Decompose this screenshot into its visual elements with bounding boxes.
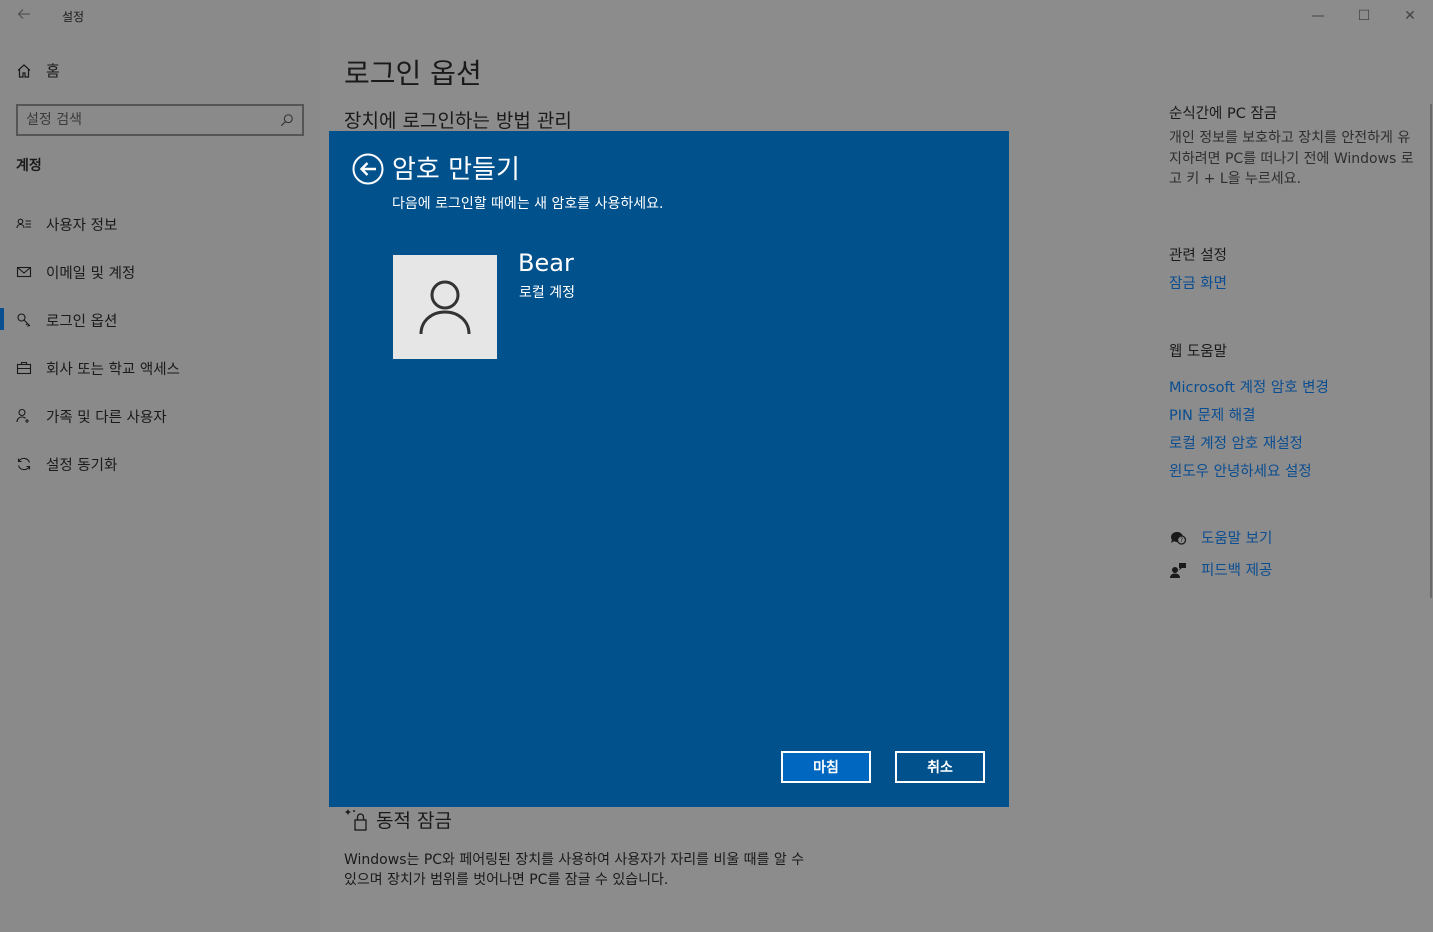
sidebar-item-email-accounts[interactable]: 이메일 및 계정 [0,248,320,296]
sidebar-item-family-users[interactable]: 가족 및 다른 사용자 [0,392,320,440]
lock-pc-text: 개인 정보를 보호하고 장치를 안전하게 유지하려면 PC를 떠나기 전에 Wi… [1169,130,1414,187]
web-help-heading: 웹 도움말 [1169,344,1227,360]
account-type: 로컬 계정 [519,285,575,301]
pin-troubleshoot-link[interactable]: PIN 문제 해결 [1169,404,1255,425]
dialog-back-button[interactable] [352,153,384,185]
sidebar-item-work-school[interactable]: 회사 또는 학교 액세스 [0,344,320,392]
cancel-button[interactable]: 취소 [895,751,985,783]
reset-local-password-link[interactable]: 로컬 계정 암호 재설정 [1169,432,1303,453]
key-icon [17,313,31,327]
create-password-dialog: 암호 만들기 다음에 로그인할 때에는 새 암호를 사용하세요. Bear 로컬… [329,131,1009,807]
avatar [393,255,497,359]
dialog-title: 암호 만들기 [392,155,520,185]
arrow-left-icon [17,9,30,19]
sidebar-item-sync-settings[interactable]: 설정 동기화 [0,440,320,488]
settings-search-box[interactable] [16,104,304,136]
home-label: 홈 [46,62,60,80]
maximize-button[interactable]: ☐ [1354,6,1374,26]
give-feedback-label: 피드백 제공 [1201,563,1273,579]
person-add-icon [16,408,29,423]
sidebar: 설정 홈 계정 사용자 정보 이메일 및 계정 로그인 옵션 회사 또는 학교 … [0,0,320,932]
page-subtitle: 장치에 로그인하는 방법 관리 [344,110,572,132]
change-ms-password-link[interactable]: Microsoft 계정 암호 변경 [1169,376,1329,397]
get-help-link[interactable]: ? 도움말 보기 [1169,527,1272,548]
lock-screen-link[interactable]: 잠금 화면 [1169,272,1227,293]
sidebar-item-label: 로그인 옵션 [46,313,118,330]
svg-text:?: ? [1180,537,1183,544]
get-help-label: 도움말 보기 [1201,531,1273,547]
related-settings-heading: 관련 설정 [1169,248,1227,264]
briefcase-icon [16,361,32,375]
lock-pc-heading: 순식간에 PC 잠금 [1169,106,1278,122]
dynamic-lock-description: Windows는 PC와 페어링된 장치를 사용하여 사용자가 자리를 비울 때… [344,852,805,888]
circle-arrow-left-icon [352,153,384,185]
sidebar-item-label: 가족 및 다른 사용자 [46,409,167,426]
search-icon [280,114,293,127]
give-feedback-link[interactable]: 피드백 제공 [1169,559,1272,580]
dynamic-lock-icon [344,808,367,831]
dynamic-lock-header: 동적 잠금 [344,806,452,833]
sidebar-item-label: 설정 동기화 [46,457,118,474]
user-name: Bear [518,249,574,277]
scrollbar[interactable] [1430,104,1432,598]
sidebar-item-your-info[interactable]: 사용자 정보 [0,200,320,248]
settings-search-input[interactable] [26,112,280,128]
home-icon [17,63,31,78]
sidebar-nav: 사용자 정보 이메일 및 계정 로그인 옵션 회사 또는 학교 액세스 가족 및… [0,200,320,488]
feedback-icon [1170,562,1186,578]
page-title: 로그인 옵션 [344,57,482,90]
back-button[interactable] [14,6,34,26]
chat-help-icon: ? [1170,531,1187,545]
home-nav-item[interactable]: 홈 [16,60,60,81]
finish-button[interactable]: 마침 [781,751,871,783]
close-button[interactable]: ✕ [1400,6,1420,26]
sync-icon [17,457,31,471]
sidebar-item-sign-in-options[interactable]: 로그인 옵션 [0,296,320,344]
accounts-section-label: 계정 [16,158,42,174]
sidebar-item-label: 이메일 및 계정 [46,265,136,282]
dialog-subtitle: 다음에 로그인할 때에는 새 암호를 사용하세요. [392,196,664,212]
person-card-icon [16,218,31,229]
sidebar-item-label: 회사 또는 학교 액세스 [46,361,180,378]
minimize-button[interactable]: — [1308,6,1328,26]
windows-hello-setup-link[interactable]: 윈도우 안녕하세요 설정 [1169,460,1312,481]
user-icon [419,280,471,335]
dynamic-lock-title: 동적 잠금 [376,810,452,832]
window-title: 설정 [62,10,85,24]
sidebar-item-label: 사용자 정보 [46,217,118,234]
mail-icon [16,266,32,278]
